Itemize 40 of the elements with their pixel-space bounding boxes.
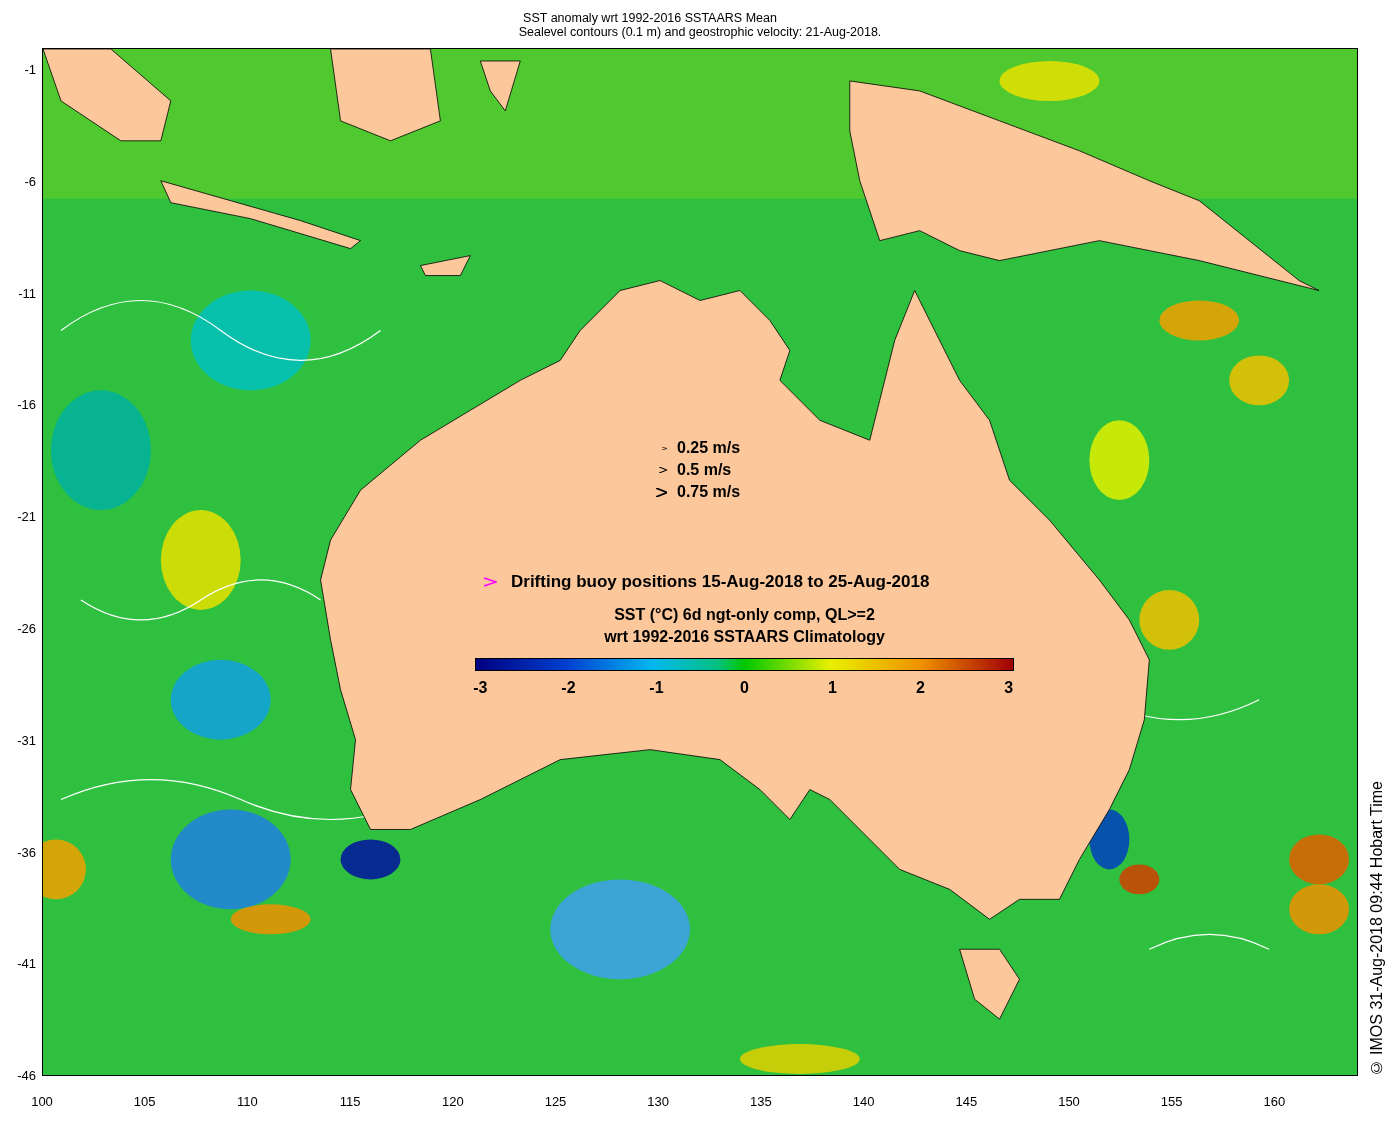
y-tick-label: -46 — [17, 1067, 36, 1083]
x-tick-label: 140 — [852, 1094, 875, 1109]
y-tick-label: -11 — [18, 285, 36, 301]
colorbar-tick-label: 0 — [740, 679, 749, 697]
x-tick-label: 110 — [237, 1094, 258, 1109]
y-tick-label: -36 — [17, 844, 36, 860]
colorbar-tick-label: 1 — [828, 679, 837, 697]
y-tick-label: -6 — [24, 173, 36, 189]
colorbar-title: wrt 1992-2016 SSTAARS Climatology — [604, 627, 885, 647]
y-tick-label: -41 — [17, 955, 36, 971]
y-tick-label: -16 — [17, 396, 36, 412]
y-tick-label: -21 — [17, 508, 36, 524]
x-tick-label: 155 — [1160, 1094, 1183, 1109]
x-tick-label: 105 — [133, 1094, 156, 1109]
colorbar-tick-label: -2 — [561, 679, 576, 697]
velocity-scale-label: 0.25 m/s — [677, 439, 741, 457]
x-tick-label: 115 — [339, 1094, 361, 1109]
velocity-scale-label: 0.5 m/s — [677, 461, 732, 479]
x-tick-label: 125 — [544, 1094, 567, 1109]
colorbar-tick-label: -3 — [473, 679, 488, 697]
copyright-timestamp: © IMOS 31-Aug-2018 09:44 Hobart Time — [1368, 780, 1386, 1076]
buoy-marker-icon — [483, 577, 497, 587]
colorbar-title: SST (°C) 6d ngt-only comp, QL>=2 — [614, 605, 875, 625]
x-tick-label: 150 — [1058, 1094, 1080, 1109]
x-tick-label: 160 — [1263, 1094, 1286, 1109]
y-tick-label: -31 — [17, 732, 36, 748]
x-tick-label: 130 — [647, 1094, 670, 1109]
colorbar-tick-label: 2 — [916, 679, 925, 697]
colorbar-tick-label: 3 — [1004, 679, 1014, 697]
y-tick-label: -1 — [24, 61, 36, 77]
colorbar-tick-label: -1 — [649, 679, 664, 697]
x-tick-label: 120 — [441, 1094, 464, 1109]
velocity-scale-label: 0.75 m/s — [677, 483, 741, 501]
buoy-legend-label: Drifting buoy positions 15-Aug-2018 to 25-Aug-2018 — [511, 572, 930, 592]
chart-title: SST anomaly wrt 1992-2016 SSTAARS Mean — [523, 11, 777, 25]
x-tick-label: 100 — [31, 1094, 53, 1109]
x-tick-label: 135 — [750, 1094, 772, 1109]
x-tick-label: 145 — [955, 1094, 978, 1109]
chart-title: Sealevel contours (0.1 m) and geostrophic velocity: 21-Aug-2018. — [518, 25, 882, 39]
y-tick-label: -26 — [17, 620, 36, 636]
